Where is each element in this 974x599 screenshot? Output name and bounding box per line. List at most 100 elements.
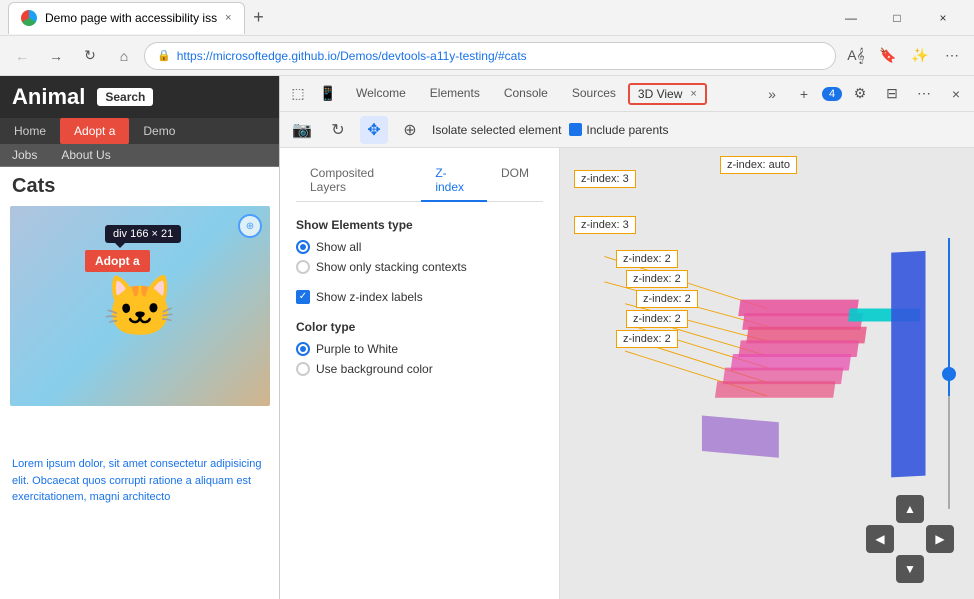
- refresh-button[interactable]: ↻: [76, 42, 104, 70]
- more-options-icon[interactable]: ⋯: [910, 80, 938, 108]
- issues-badge[interactable]: 4: [822, 87, 842, 101]
- show-all-radio[interactable]: [296, 240, 310, 254]
- active-tab[interactable]: Demo page with accessibility iss ×: [8, 2, 245, 34]
- more-icon[interactable]: ⋯: [938, 42, 966, 70]
- favorites-icon[interactable]: 🔖: [874, 42, 902, 70]
- tab-bar: Demo page with accessibility iss × +: [8, 0, 273, 36]
- z-label-5: z-index: 2: [626, 310, 688, 328]
- nav-right-buttons: A𝄞 🔖 ✨ ⋯: [842, 42, 966, 70]
- brand-name: Animal: [12, 84, 85, 110]
- z-label-6: z-index: 2: [616, 330, 678, 348]
- subtabs: Composited Layers Z-index DOM: [296, 160, 543, 202]
- new-tab-button[interactable]: +: [245, 4, 273, 32]
- arrow-down[interactable]: ▼: [896, 555, 924, 583]
- controls-panel: Composited Layers Z-index DOM Show Eleme…: [280, 148, 560, 599]
- arrow-empty-2: [926, 495, 954, 523]
- z-label-0: z-index: 3: [574, 170, 636, 188]
- search-box[interactable]: Search: [97, 88, 153, 106]
- back-button[interactable]: ←: [8, 42, 36, 70]
- purple-white-option[interactable]: Purple to White: [296, 342, 543, 356]
- nav-demo[interactable]: Demo: [129, 118, 189, 144]
- reset-icon[interactable]: ↻: [324, 116, 352, 144]
- use-background-option[interactable]: Use background color: [296, 362, 543, 376]
- purple-white-radio[interactable]: [296, 342, 310, 356]
- read-aloud-icon[interactable]: A𝄞: [842, 42, 870, 70]
- arrow-center: [896, 525, 924, 553]
- pan-icon[interactable]: ✥: [360, 116, 388, 144]
- target-icon: ⊕: [238, 214, 262, 238]
- show-zindex-labels-option[interactable]: Show z-index labels: [296, 290, 543, 304]
- copilot-icon[interactable]: ✨: [906, 42, 934, 70]
- page-sub-nav: Jobs About Us: [0, 144, 279, 167]
- adopt-button[interactable]: Adopt a: [85, 250, 150, 272]
- close-button[interactable]: ×: [920, 0, 966, 36]
- arrow-right[interactable]: ▶: [926, 525, 954, 553]
- arrow-empty-3: [866, 555, 894, 583]
- color-type-title: Color type: [296, 320, 543, 334]
- 3d-view-area[interactable]: z-index: 3 z-index: auto z-index: 3 z-in…: [560, 148, 974, 599]
- inspect-icon[interactable]: ⬚: [284, 80, 312, 108]
- show-stacking-option[interactable]: Show only stacking contexts: [296, 260, 543, 274]
- address-bar[interactable]: 🔒 https://microsoftedge.github.io/Demos/…: [144, 42, 836, 70]
- show-all-option[interactable]: Show all: [296, 240, 543, 254]
- nav-home[interactable]: Home: [0, 118, 60, 144]
- page-nav: Home Adopt a Demo: [0, 118, 279, 144]
- arrow-up[interactable]: ▲: [896, 495, 924, 523]
- use-background-radio[interactable]: [296, 362, 310, 376]
- sub-nav-jobs[interactable]: Jobs: [0, 144, 49, 166]
- devtools-tabs: Welcome Elements Console Sources 3D View…: [344, 76, 707, 112]
- tab-elements[interactable]: Elements: [418, 76, 492, 112]
- 3dview-toolbar: 📷 ↻ ✥ ⊕ Isolate selected element Include…: [280, 112, 974, 148]
- tab-favicon: [21, 10, 37, 26]
- forward-button[interactable]: →: [42, 42, 70, 70]
- screenshot-icon[interactable]: 📷: [288, 116, 316, 144]
- navigation-arrows: ▲ ◀ ▶ ▼: [866, 495, 954, 583]
- subtab-zindex[interactable]: Z-index: [421, 160, 487, 202]
- close-devtools-icon[interactable]: ×: [942, 80, 970, 108]
- z-label-2: z-index: 2: [616, 250, 678, 268]
- devtools-right-buttons: » + 4 ⚙ ⊟ ⋯ ×: [758, 80, 970, 108]
- show-elements-options: Show all Show only stacking contexts: [296, 240, 543, 274]
- tab-close-btn[interactable]: ×: [225, 12, 231, 24]
- devtools-panel: ⬚ 📱 Welcome Elements Console Sources 3D …: [280, 76, 974, 599]
- z-label-auto: z-index: auto: [720, 156, 797, 174]
- page-header: Animal Search: [0, 76, 279, 118]
- z-label-3: z-index: 2: [626, 270, 688, 288]
- 3d-panel-body: Composited Layers Z-index DOM Show Eleme…: [280, 148, 974, 599]
- nav-bar: ← → ↻ ⌂ 🔒 https://microsoftedge.github.i…: [0, 36, 974, 76]
- webpage-area: Animal Search Home Adopt a Demo Jobs Abo…: [0, 76, 280, 599]
- tab-welcome[interactable]: Welcome: [344, 76, 418, 112]
- div-tooltip: div 166 × 21: [105, 225, 181, 243]
- arrow-left[interactable]: ◀: [866, 525, 894, 553]
- window-controls: — □ ×: [828, 0, 966, 36]
- main-layout: Animal Search Home Adopt a Demo Jobs Abo…: [0, 76, 974, 599]
- slider-thumb[interactable]: [942, 367, 956, 381]
- tab-console[interactable]: Console: [492, 76, 560, 112]
- nav-adopt[interactable]: Adopt a: [60, 118, 129, 144]
- show-zindex-checkbox[interactable]: [296, 290, 310, 304]
- include-parents-checkbox[interactable]: Include parents: [569, 123, 668, 137]
- tab-3dview[interactable]: 3D View ×: [628, 83, 707, 105]
- lock-icon: 🔒: [157, 49, 171, 62]
- search-placeholder: Search: [105, 90, 145, 104]
- subtab-composited[interactable]: Composited Layers: [296, 160, 421, 202]
- arrow-empty-4: [926, 555, 954, 583]
- maximize-button[interactable]: □: [874, 0, 920, 36]
- minimize-button[interactable]: —: [828, 0, 874, 36]
- tab-sources[interactable]: Sources: [560, 76, 628, 112]
- include-parents-cb[interactable]: [569, 123, 582, 136]
- isolate-label: Isolate selected element: [432, 123, 561, 137]
- orbit-icon[interactable]: ⊕: [396, 116, 424, 144]
- devtools-toolbar: ⬚ 📱 Welcome Elements Console Sources 3D …: [280, 76, 974, 112]
- show-stacking-radio[interactable]: [296, 260, 310, 274]
- dock-icon[interactable]: ⊟: [878, 80, 906, 108]
- add-panel-icon[interactable]: +: [790, 80, 818, 108]
- home-button[interactable]: ⌂: [110, 42, 138, 70]
- subtab-dom[interactable]: DOM: [487, 160, 543, 202]
- 3dview-tab-close[interactable]: ×: [690, 88, 696, 100]
- sub-nav-about[interactable]: About Us: [49, 144, 122, 166]
- tab-title: Demo page with accessibility iss: [45, 11, 217, 25]
- settings-icon[interactable]: ⚙: [846, 80, 874, 108]
- more-tabs-icon[interactable]: »: [758, 80, 786, 108]
- device-icon[interactable]: 📱: [314, 80, 342, 108]
